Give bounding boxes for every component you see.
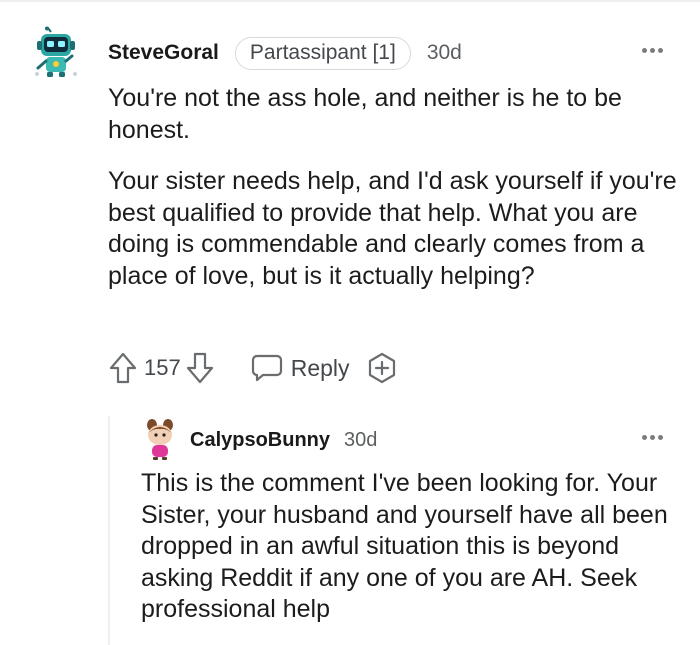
comment-author[interactable]: SteveGoral [108, 41, 219, 65]
reply-meta: CalypsoBunny 30d [190, 424, 377, 456]
award-button[interactable] [366, 352, 398, 384]
comment-age: 30d [426, 41, 462, 64]
more-dots-icon[interactable] [637, 40, 667, 60]
user-avatar[interactable] [28, 26, 84, 82]
reply-avatar[interactable] [141, 419, 179, 461]
thread-line[interactable] [108, 416, 110, 645]
reply-button[interactable]: Reply [251, 353, 350, 383]
vote-score: 157 [144, 355, 181, 380]
downvote-arrow-icon[interactable] [185, 351, 215, 385]
comment-paragraph: Your sister needs help, and I'd ask your… [108, 167, 677, 290]
reply-paragraph: This is the comment I've been looking fo… [141, 469, 668, 623]
comment-paragraph: You're not the ass hole, and neither is … [108, 84, 622, 144]
comment-meta: SteveGoral Partassipant [1] 30d [108, 36, 462, 70]
reply-author[interactable]: CalypsoBunny [190, 429, 330, 452]
speech-bubble-icon [251, 354, 282, 382]
comment: SteveGoral Partassipant [1] 30d You're n… [0, 0, 700, 645]
award-plus-icon [368, 352, 395, 384]
more-dots-icon[interactable] [637, 427, 667, 447]
comment-body: You're not the ass hole, and neither is … [108, 83, 678, 146]
comment-body: Your sister needs help, and I'd ask your… [108, 166, 678, 292]
reply-body: This is the comment I've been looking fo… [141, 468, 681, 626]
reply-age: 30d [344, 428, 378, 451]
upvote-arrow-icon[interactable] [108, 351, 138, 385]
reply-label: Reply [290, 354, 350, 381]
comment-actions: 157 Reply [108, 348, 398, 388]
user-flair: Partassipant [1] [234, 36, 411, 70]
